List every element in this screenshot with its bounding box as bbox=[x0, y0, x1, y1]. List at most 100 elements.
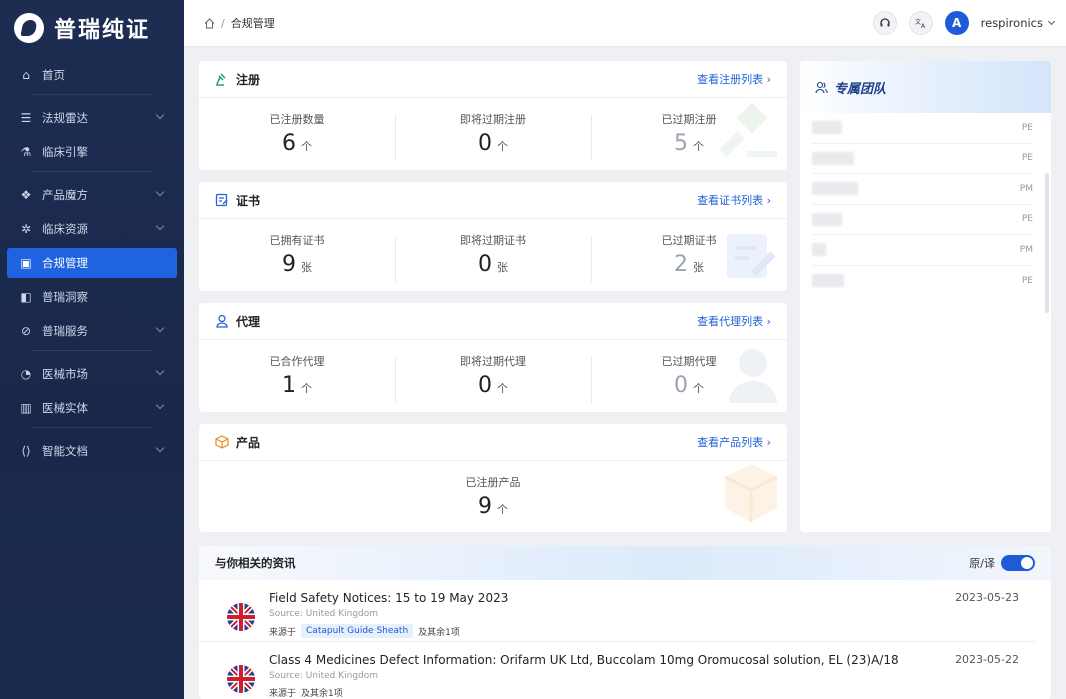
certificate-watermark-icon bbox=[723, 226, 779, 285]
news-item[interactable]: Class 4 Medicines Defect Information: Or… bbox=[199, 642, 1035, 699]
gavel-icon bbox=[215, 72, 229, 86]
news-headline[interactable]: Field Safety Notices: 15 to 19 May 2023 bbox=[269, 591, 955, 605]
team-member-row[interactable]: PE bbox=[812, 266, 1033, 297]
view-registration-list-link[interactable]: 查看注册列表 › bbox=[697, 71, 771, 87]
stat-registered-products[interactable]: 已注册产品 9个 bbox=[199, 474, 787, 519]
chevron-down-icon bbox=[155, 110, 165, 120]
chevron-down-icon bbox=[155, 400, 165, 410]
team-member-row[interactable]: PE bbox=[812, 113, 1033, 144]
stat-registered[interactable]: 已注册数量 6个 bbox=[199, 111, 395, 156]
stat-expiring-certificates[interactable]: 即将过期证书 0张 bbox=[395, 232, 591, 282]
team-title: 专属团队 bbox=[834, 81, 887, 97]
card-title: 注册 bbox=[236, 72, 261, 87]
stat-unit: 个 bbox=[693, 381, 704, 395]
stat-value: 0 bbox=[478, 251, 492, 277]
certificate-icon bbox=[215, 193, 229, 207]
more-items: 及其余1项 bbox=[301, 689, 343, 699]
stat-expiring[interactable]: 即将过期注册 0个 bbox=[395, 111, 591, 161]
member-name-redacted bbox=[812, 274, 844, 288]
header-actions: 文A A respironics bbox=[872, 11, 1056, 35]
product-tag[interactable]: Catapult Guide Sheath bbox=[301, 624, 414, 638]
stat-cooperating-agents[interactable]: 已合作代理 1个 bbox=[199, 353, 395, 398]
registration-stats: 已注册数量 6个 即将过期注册 0个 已过期注册 5个 bbox=[199, 98, 787, 168]
uk-flag-icon bbox=[227, 665, 255, 693]
member-role: PE bbox=[1021, 153, 1033, 164]
sidebar-item-label: 产品魔方 bbox=[42, 188, 88, 202]
box-watermark-icon bbox=[723, 462, 779, 527]
member-role: PM bbox=[1019, 244, 1033, 255]
certificate-stats: 已拥有证书 9张 即将过期证书 0张 已过期证书 2张 bbox=[199, 219, 787, 289]
stat-value: 0 bbox=[478, 130, 492, 156]
agent-stats: 已合作代理 1个 即将过期代理 0个 已过期代理 0个 bbox=[199, 340, 787, 410]
team-member-row[interactable]: PE bbox=[812, 205, 1033, 235]
team-member-row[interactable]: PE bbox=[812, 144, 1033, 174]
card-title: 代理 bbox=[236, 314, 261, 329]
stat-value: 5 bbox=[674, 130, 688, 156]
headset-icon[interactable] bbox=[872, 11, 897, 35]
sidebar-item-service[interactable]: ⊘ 普瑞服务 bbox=[7, 316, 177, 346]
box-icon bbox=[215, 435, 229, 449]
member-name-redacted bbox=[812, 151, 854, 165]
member-role: PM bbox=[1019, 183, 1033, 194]
translate-icon[interactable]: 文A bbox=[908, 11, 933, 35]
team-member-row[interactable]: PM bbox=[812, 174, 1033, 205]
news-source: Source: United Kingdom bbox=[269, 671, 379, 681]
home-icon[interactable] bbox=[204, 17, 215, 29]
member-name-redacted bbox=[812, 243, 826, 257]
sidebar-item-insight[interactable]: ◧ 普瑞洞察 bbox=[7, 282, 177, 312]
sidebar-item-entity[interactable]: ▥ 医械实体 bbox=[7, 393, 177, 423]
sidebar: 普瑞纯证 ⌂ 首页 ☰ 法规雷达 ⚗ 临床引擎 ❖ 产品魔方 ✲ 临床资源 ▣ 合规管理 ◧ 普瑞洞察 ⊘ 普… bbox=[0, 0, 184, 699]
svg-text:A: A bbox=[921, 23, 926, 29]
sidebar-item-home[interactable]: ⌂ 首页 bbox=[7, 60, 177, 90]
news-panel: 与你相关的资讯 原/译 Field Safety Notices: 15 to … bbox=[199, 546, 1051, 699]
product-card: 产品 查看产品列表 › 已注册产品 9个 bbox=[199, 424, 787, 532]
brand-name: 普瑞纯证 bbox=[54, 18, 151, 43]
team-member-row[interactable]: PM bbox=[812, 235, 1033, 266]
stat-value: 9 bbox=[282, 251, 296, 277]
translate-toggle[interactable] bbox=[1001, 555, 1035, 571]
chevron-down-icon bbox=[155, 323, 165, 333]
member-role: PE bbox=[1021, 214, 1033, 225]
sidebar-item-radar[interactable]: ☰ 法规雷达 bbox=[7, 103, 177, 133]
team-scrollbar[interactable] bbox=[1045, 173, 1049, 313]
sidebar-item-resource[interactable]: ✲ 临床资源 bbox=[7, 214, 177, 244]
stat-unit: 张 bbox=[301, 260, 312, 274]
view-certificate-list-link[interactable]: 查看证书列表 › bbox=[697, 192, 771, 208]
chevron-down-icon bbox=[155, 221, 165, 231]
flask-icon: ⚗ bbox=[20, 145, 32, 159]
user-avatar[interactable]: A bbox=[944, 11, 969, 35]
stat-label: 即将过期证书 bbox=[460, 233, 526, 247]
sidebar-item-market[interactable]: ◔ 医械市场 bbox=[7, 359, 177, 389]
view-product-list-link[interactable]: 查看产品列表 › bbox=[697, 434, 771, 450]
sidebar-item-label: 法规雷达 bbox=[42, 111, 88, 125]
breadcrumb-current: 合规管理 bbox=[230, 17, 275, 30]
sidebar-item-label: 首页 bbox=[42, 68, 65, 82]
sidebar-nav: ⌂ 首页 ☰ 法规雷达 ⚗ 临床引擎 ❖ 产品魔方 ✲ 临床资源 ▣ 合规管理 ◧ 普瑞洞察 ⊘ 普瑞服务 ◔ 医… bbox=[0, 56, 184, 466]
entity-icon: ▥ bbox=[20, 401, 32, 415]
stat-owned-certificates[interactable]: 已拥有证书 9张 bbox=[199, 232, 395, 277]
news-date: 2023-05-23 bbox=[955, 591, 1019, 604]
breadcrumb: / 合规管理 bbox=[204, 15, 275, 31]
news-headline[interactable]: Class 4 Medicines Defect Information: Or… bbox=[269, 653, 955, 667]
product-stats: 已注册产品 9个 bbox=[199, 461, 787, 531]
stat-value: 1 bbox=[282, 372, 296, 398]
breadcrumb-separator: / bbox=[221, 16, 225, 30]
agent-card: 代理 查看代理列表 › 已合作代理 1个 即将过期代理 0个 已过期代理 0个 bbox=[199, 303, 787, 412]
news-item[interactable]: Field Safety Notices: 15 to 19 May 2023 S… bbox=[199, 580, 1035, 642]
user-menu[interactable]: respironics bbox=[981, 16, 1056, 30]
view-agent-list-link[interactable]: 查看代理列表 › bbox=[697, 313, 771, 329]
more-items: 及其余1项 bbox=[418, 627, 460, 638]
top-header: / 合规管理 文A A respironics bbox=[184, 0, 1066, 47]
stat-unit: 个 bbox=[301, 381, 312, 395]
brand-logo[interactable]: 普瑞纯证 bbox=[0, 0, 184, 56]
service-icon: ⊘ bbox=[20, 324, 32, 338]
sidebar-item-compliance[interactable]: ▣ 合规管理 bbox=[7, 248, 177, 278]
uk-flag-icon bbox=[227, 603, 255, 631]
sidebar-item-document[interactable]: ⟨⟩ 智能文档 bbox=[7, 436, 177, 466]
sidebar-item-flask[interactable]: ⚗ 临床引擎 bbox=[7, 137, 177, 167]
sidebar-item-label: 普瑞洞察 bbox=[42, 290, 88, 304]
from-label: 来源于 bbox=[269, 689, 297, 699]
news-list: Field Safety Notices: 15 to 19 May 2023 S… bbox=[199, 580, 1051, 699]
stat-expiring-agents[interactable]: 即将过期代理 0个 bbox=[395, 353, 591, 403]
sidebar-item-cube[interactable]: ❖ 产品魔方 bbox=[7, 180, 177, 210]
